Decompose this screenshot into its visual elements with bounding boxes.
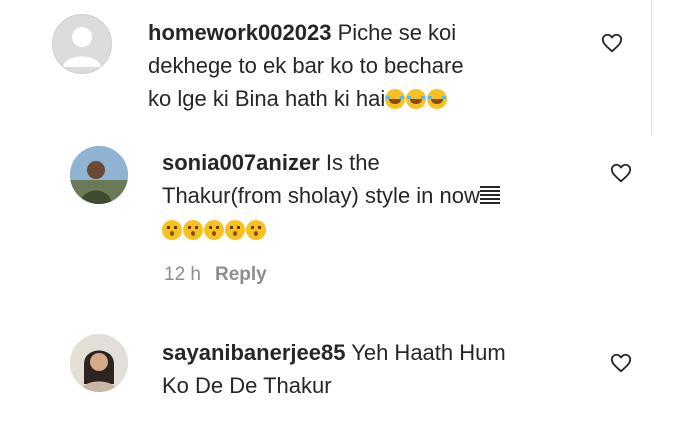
comment-body-line: ko lge ki Bina hath ki hai — [148, 86, 386, 111]
comment-body-line: Is the — [325, 150, 380, 175]
comment-item: sonia007anizer Is the Thakur(from sholay… — [0, 140, 683, 315]
avatar[interactable] — [70, 334, 128, 392]
reply-button[interactable]: Reply — [215, 264, 267, 285]
comment-item: sayanibanerjee85 Yeh Haath Hum Ko De De … — [0, 330, 683, 430]
hushed-face-emoji-icon — [162, 220, 182, 240]
comment-body-line: Yeh Haath Hum — [351, 340, 506, 365]
comment-item: homework002023 Piche se koi dekhege to e… — [0, 0, 683, 140]
comment-timestamp: 12 h — [164, 264, 201, 285]
comment-username[interactable]: sayanibanerjee85 — [162, 340, 345, 365]
comment-username[interactable]: homework002023 — [148, 20, 331, 45]
hushed-face-emoji-icon — [204, 220, 224, 240]
laughing-tears-emoji-icon — [406, 89, 427, 109]
profile-photo-icon — [70, 334, 128, 392]
like-heart-icon[interactable] — [610, 352, 632, 374]
menu-bars-emoji-icon — [479, 186, 500, 206]
comment-text: sayanibanerjee85 Yeh Haath Hum Ko De De … — [162, 336, 592, 402]
hushed-face-emoji-icon — [183, 220, 203, 240]
comment-text: homework002023 Piche se koi dekhege to e… — [148, 16, 618, 115]
comment-body-line: dekhege to ek bar ko to bechare — [148, 53, 464, 78]
like-heart-icon[interactable] — [601, 32, 623, 54]
profile-photo-icon — [70, 146, 128, 204]
like-heart-icon[interactable] — [610, 162, 632, 184]
hushed-face-emoji-icon — [225, 220, 245, 240]
default-avatar-icon — [63, 27, 101, 67]
avatar[interactable] — [52, 14, 112, 74]
comments-page: homework002023 Piche se koi dekhege to e… — [0, 0, 683, 435]
avatar[interactable] — [70, 146, 128, 204]
laughing-tears-emoji-icon — [385, 89, 406, 109]
laughing-tears-emoji-icon — [427, 89, 448, 109]
comment-body-line: Piche se koi — [337, 20, 457, 45]
comment-meta: 12 h Reply — [164, 264, 267, 286]
comment-body-line: Ko De De Thakur — [162, 373, 332, 398]
comment-body-line: Thakur(from sholay) style in now — [162, 183, 480, 208]
comment-username[interactable]: sonia007anizer — [162, 150, 320, 175]
hushed-face-emoji-icon — [246, 220, 266, 240]
comment-text: sonia007anizer Is the Thakur(from sholay… — [162, 146, 592, 246]
